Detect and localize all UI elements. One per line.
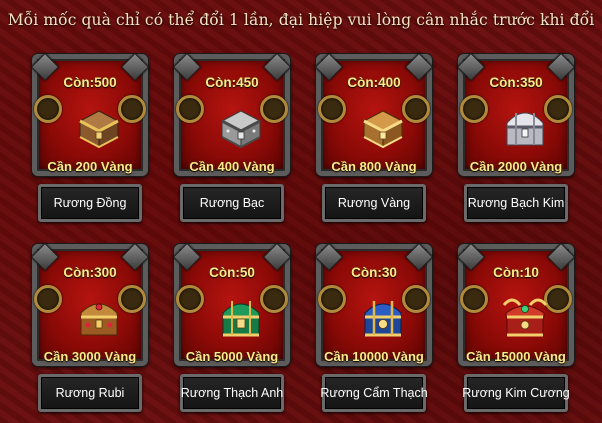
frame-ring (176, 95, 204, 123)
card-frame: Còn:450 Cần 400 Vàng (172, 52, 292, 176)
stock-label: Còn:10 (493, 265, 539, 280)
jade-chest-icon (364, 301, 402, 337)
price-label: Cần 2000 Vàng (469, 159, 563, 174)
price-label: Cần 5000 Vàng (185, 349, 279, 364)
chest-card-jade[interactable]: Còn:30 Cần 10000 Vàng Rương Cẩm Thạch (312, 240, 436, 418)
silver-chest-icon (220, 110, 262, 149)
card-frame: Còn:30 Cần 10000 Vàng (314, 242, 434, 366)
card-frame: Còn:50 Cần 5000 Vàng (172, 242, 292, 366)
stock-label: Còn:350 (489, 75, 543, 90)
chest-card-gold[interactable]: Còn:400 Cần 800 Vàng Rương Vàng (312, 50, 436, 228)
chest-name-button[interactable]: Rương Rubi (38, 374, 142, 412)
frame-ring (318, 95, 346, 123)
chest-name-button[interactable]: Rương Kim Cương (462, 374, 570, 412)
chest-grid: Còn:500 Cần 200 Vàng Rương Đồng Còn:450 (0, 0, 602, 423)
stock-label: Còn:450 (205, 75, 259, 90)
stock-label: Còn:50 (209, 265, 255, 280)
price-label: Cần 10000 Vàng (324, 349, 424, 364)
frame-ring (34, 285, 62, 313)
price-label: Cần 3000 Vàng (43, 349, 137, 364)
chest-name-button[interactable]: Rương Thạch Anh (180, 374, 284, 412)
frame-ring (176, 285, 204, 313)
stock-label: Còn:500 (63, 75, 117, 90)
stock-label: Còn:30 (351, 265, 397, 280)
frame-ring (318, 285, 346, 313)
quartz-chest-icon (222, 301, 260, 337)
price-label: Cần 800 Vàng (331, 159, 417, 174)
platinum-chest-icon (506, 112, 544, 146)
card-frame: Còn:500 Cần 200 Vàng (30, 52, 150, 176)
chest-card-silver[interactable]: Còn:450 Cần 400 Vàng Rương Bạc (170, 50, 294, 228)
card-frame: Còn:300 Cần 3000 Vàng (30, 242, 150, 366)
diamond-chest-icon (502, 298, 548, 337)
price-label: Cần 15000 Vàng (466, 349, 566, 364)
chest-card-platinum[interactable]: Còn:350 Cần 2000 Vàng Rương Bạch Kim (454, 50, 578, 228)
chest-card-quartz[interactable]: Còn:50 Cần 5000 Vàng Rương Thạch Anh (170, 240, 294, 418)
card-frame: Còn:400 Cần 800 Vàng (314, 52, 434, 176)
price-label: Cần 200 Vàng (47, 159, 133, 174)
frame-ring (34, 95, 62, 123)
gold-chest-icon (362, 110, 404, 149)
chest-card-diamond[interactable]: Còn:10 Cần 15000 Vàng Rương Kim Cương (454, 240, 578, 418)
card-frame: Còn:350 Cần 2000 Vàng (456, 52, 576, 176)
chest-name-button[interactable]: Rương Bạc (180, 184, 284, 222)
frame-ring (460, 285, 488, 313)
chest-name-button[interactable]: Rương Vàng (322, 184, 426, 222)
ruby-chest-icon (80, 303, 118, 336)
bronze-chest-icon (78, 110, 120, 149)
price-label: Cần 400 Vàng (189, 159, 275, 174)
chest-card-ruby[interactable]: Còn:300 Cần 3000 Vàng Rương Rubi (28, 240, 152, 418)
card-frame: Còn:10 Cần 15000 Vàng (456, 242, 576, 366)
chest-name-button[interactable]: Rương Bạch Kim (464, 184, 568, 222)
stock-label: Còn:400 (347, 75, 401, 90)
frame-ring (460, 95, 488, 123)
chest-name-button[interactable]: Rương Cẩm Thạch (320, 374, 428, 412)
stock-label: Còn:300 (63, 265, 117, 280)
chest-card-bronze[interactable]: Còn:500 Cần 200 Vàng Rương Đồng (28, 50, 152, 228)
chest-name-button[interactable]: Rương Đồng (38, 184, 142, 222)
